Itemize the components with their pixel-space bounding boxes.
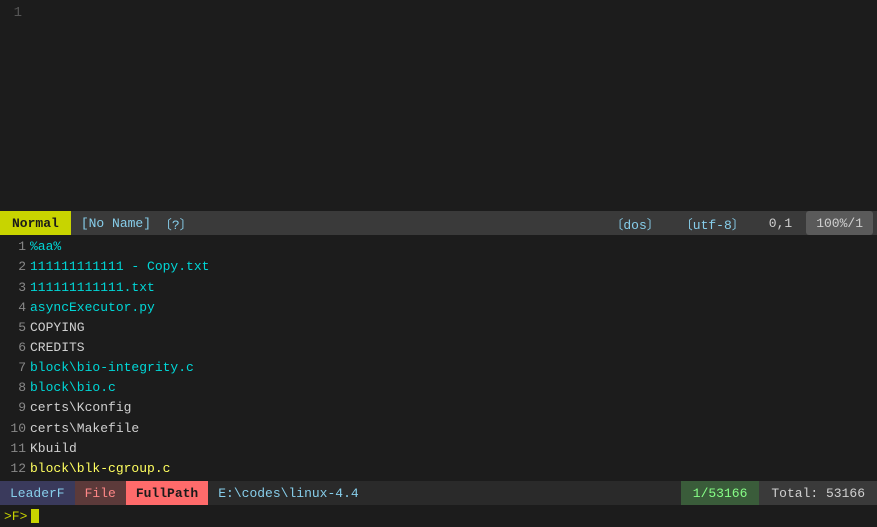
file-list-item[interactable]: 7block\bio-integrity.c — [0, 358, 877, 378]
file-list-item[interactable]: 5COPYING — [0, 318, 877, 338]
lf-right: 1/53166 Total: 53166 — [681, 481, 877, 505]
line-num-1: 1 — [4, 4, 22, 24]
editor-area: 1 — [0, 0, 877, 211]
file-item-num: 12 — [4, 459, 26, 479]
file-item-name: Kbuild — [30, 439, 77, 459]
file-item-num: 8 — [4, 378, 26, 398]
input-line[interactable]: >F> — [0, 505, 877, 527]
percent-label: 100%/1 — [806, 211, 873, 235]
file-item-name: COPYING — [30, 318, 85, 338]
file-item-name: CREDITS — [30, 338, 85, 358]
file-list-item[interactable]: 6CREDITS — [0, 338, 877, 358]
filetype-label: 〔?〕 — [159, 214, 193, 233]
mode-indicator: Normal — [0, 211, 71, 235]
file-item-num: 7 — [4, 358, 26, 378]
file-item-num: 2 — [4, 257, 26, 277]
file-item-name: asyncExecutor.py — [30, 298, 155, 318]
file-item-name: block\bio.c — [30, 378, 116, 398]
file-item-name: 111111111111.txt — [30, 278, 155, 298]
file-item-name: %aa% — [30, 237, 61, 257]
position-label: 0,1 — [755, 211, 806, 235]
file-list-item[interactable]: 9certs\Kconfig — [0, 398, 877, 418]
file-item-name: certs\Makefile — [30, 419, 139, 439]
file-list-item[interactable]: 1%aa% — [0, 237, 877, 257]
file-item-num: 3 — [4, 278, 26, 298]
file-list-item[interactable]: 8block\bio.c — [0, 378, 877, 398]
file-list-area[interactable]: 1%aa%2111111111111 - Copy.txt31111111111… — [0, 235, 877, 481]
file-item-name: certs\Kconfig — [30, 398, 131, 418]
format-label: 〔dos〕 — [600, 211, 669, 235]
encoding-label: 〔utf-8〕 — [670, 211, 755, 235]
file-item-num: 6 — [4, 338, 26, 358]
file-item-num: 10 — [4, 419, 26, 439]
status-right: 〔dos〕 〔utf-8〕 0,1 100%/1 — [600, 211, 877, 235]
file-item-num: 4 — [4, 298, 26, 318]
editor-content[interactable] — [30, 0, 877, 211]
file-item-num: 5 — [4, 318, 26, 338]
fullpath-label: FullPath — [126, 481, 208, 505]
filename-label: [No Name] — [81, 216, 151, 231]
file-label: File — [75, 481, 126, 505]
file-list-item[interactable]: 3111111111111.txt — [0, 278, 877, 298]
count-label: 1/53166 — [681, 481, 760, 505]
file-list-item[interactable]: 12block\blk-cgroup.c — [0, 459, 877, 479]
file-item-name: 111111111111 - Copy.txt — [30, 257, 209, 277]
leaderf-label: LeaderF — [0, 481, 75, 505]
file-item-num: 9 — [4, 398, 26, 418]
leaderf-bar: LeaderF File FullPath E:\codes\linux-4.4… — [0, 481, 877, 505]
file-item-num: 11 — [4, 439, 26, 459]
file-list-item[interactable]: 4asyncExecutor.py — [0, 298, 877, 318]
total-label: Total: 53166 — [759, 481, 877, 505]
file-list-item[interactable]: 2111111111111 - Copy.txt — [0, 257, 877, 277]
input-cursor — [31, 509, 39, 523]
status-bar: Normal [No Name] 〔?〕 〔dos〕 〔utf-8〕 0,1 1… — [0, 211, 877, 235]
file-list-item[interactable]: 11Kbuild — [0, 439, 877, 459]
file-item-num: 1 — [4, 237, 26, 257]
filename-segment: [No Name] 〔?〕 — [71, 211, 203, 235]
file-item-name: block\bio-integrity.c — [30, 358, 194, 378]
line-numbers: 1 — [0, 0, 30, 211]
file-item-name: block\blk-cgroup.c — [30, 459, 170, 479]
file-list-item[interactable]: 10certs\Makefile — [0, 419, 877, 439]
input-prompt: >F> — [4, 509, 27, 524]
path-label: E:\codes\linux-4.4 — [208, 486, 368, 501]
